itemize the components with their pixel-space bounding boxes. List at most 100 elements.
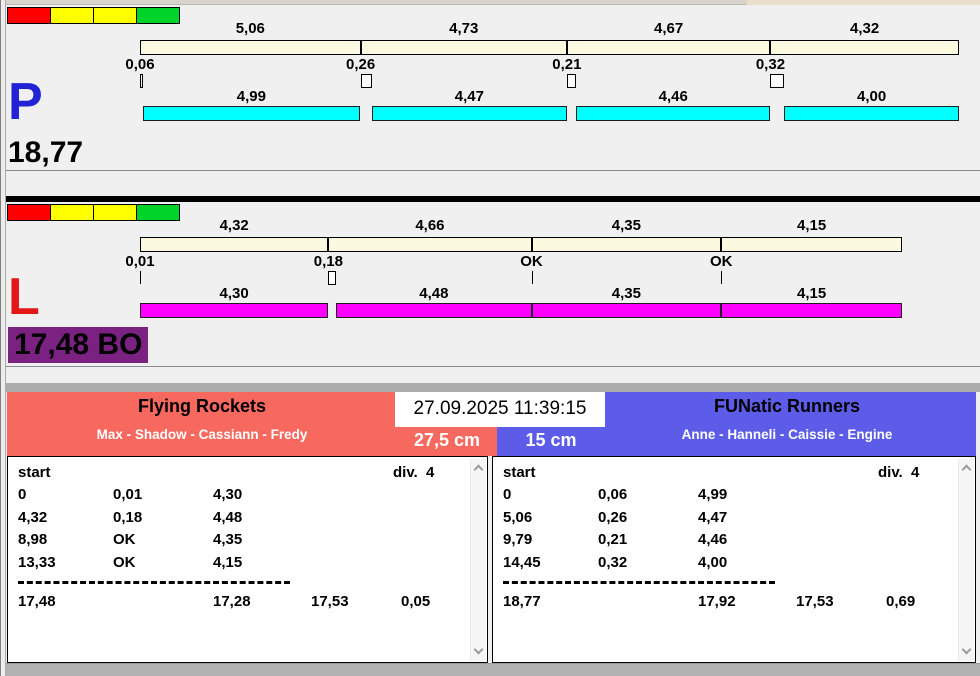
table-dashed-rule [503, 581, 775, 584]
lane-l-panel: L 4,32 4,66 4,35 4,15 0,01 0,18 OK OK 4,30 4,48 4,… [0, 202, 980, 366]
leg-bar [336, 303, 532, 318]
scroll-up-icon[interactable] [473, 464, 484, 475]
table-cell: 0,26 [598, 509, 628, 526]
team-left-scrollbar[interactable] [470, 458, 486, 661]
table-total-cell: 17,48 [18, 593, 56, 610]
window-left-border [0, 0, 6, 676]
table-cell: 4,48 [213, 509, 243, 526]
split-bar [140, 40, 959, 55]
table-div-label: div. 4 [878, 464, 920, 481]
split-bar-divider [530, 238, 533, 251]
lane-l-total: 17,48 BO [8, 327, 149, 363]
leg-bar [142, 106, 361, 121]
scroll-down-icon[interactable] [961, 644, 972, 655]
table-start-label: start [18, 464, 51, 481]
scroll-up-icon[interactable] [961, 464, 972, 475]
exchange-loss-box [328, 271, 337, 285]
table-cell: 0,18 [113, 509, 143, 526]
window-bottom-edge [0, 663, 980, 676]
leg-time-label: 4,48 [419, 285, 449, 302]
leg-bar [140, 303, 328, 318]
leg-bar [576, 106, 771, 121]
split-bar-divider [720, 238, 723, 251]
table-start-label: start [503, 464, 536, 481]
exchange-time-label: 0,18 [313, 253, 343, 270]
exchange-tick [721, 271, 723, 284]
team-right-name: FUNatic Runners [713, 396, 861, 416]
split-bar-divider [359, 41, 362, 54]
leg-bar [531, 303, 722, 318]
leg-bar [784, 106, 959, 121]
leg-time-label: 4,35 [611, 285, 641, 302]
table-cell: 0,21 [598, 531, 628, 548]
table-cell: 0,06 [598, 486, 628, 503]
team-left-results-table: start div. 4 0 0,01 4,30 4,32 0,18 4,48 8,98 OK 4,… [7, 456, 488, 663]
leg-bar [721, 303, 903, 318]
leg-time-label: 4,15 [797, 285, 827, 302]
section-divider-band [0, 383, 980, 392]
table-total-cell: 0,69 [886, 593, 916, 610]
relay-timing-window: P 5,06 4,73 4,67 4,32 0,06 0,26 0,21 0,32 4,99 4,… [0, 0, 980, 676]
exchange-loss-box [360, 74, 372, 88]
split-time-label: 4,66 [415, 217, 445, 234]
lane-p-panel: P 5,06 4,73 4,67 4,32 0,06 0,26 0,21 0,32 4,99 4,… [0, 5, 980, 170]
exchange-tick [140, 271, 141, 284]
table-cell: 4,46 [698, 531, 728, 548]
table-dashed-rule [18, 581, 290, 584]
separator-line [0, 366, 980, 367]
lane-l-track: 4,32 4,66 4,35 4,15 0,01 0,18 OK OK 4,30 4,48 4,35… [0, 202, 980, 332]
split-bar-divider [565, 41, 568, 54]
table-cell: 4,99 [698, 486, 728, 503]
exchange-loss-box [566, 74, 576, 88]
exchange-loss-box [770, 74, 785, 88]
leg-time-label: 4,30 [219, 285, 249, 302]
exchange-time-label: 0,32 [755, 56, 786, 73]
table-cell: 4,00 [698, 554, 728, 571]
split-bar-divider [769, 41, 772, 54]
table-cell: OK [113, 554, 136, 571]
table-total-cell: 17,28 [213, 593, 251, 610]
table-total-cell: 18,77 [503, 593, 541, 610]
exchange-time-label: 0,26 [346, 56, 376, 73]
datetime-display: 27.09.2025 11:39:15 [395, 392, 605, 427]
table-total-cell: 17,53 [796, 593, 834, 610]
split-time-label: 4,32 [850, 20, 880, 37]
exchange-tick [531, 271, 533, 284]
leg-time-label: 4,46 [658, 88, 688, 105]
team-right-cm-value: 15 cm [497, 427, 605, 456]
exchange-time-label: OK [709, 253, 733, 270]
scroll-down-icon[interactable] [473, 644, 484, 655]
team-left-name: Flying Rockets [137, 396, 267, 416]
split-time-label: 4,32 [219, 217, 249, 234]
split-time-label: 4,73 [449, 20, 479, 37]
team-right-scrollbar[interactable] [958, 458, 974, 661]
split-time-label: 4,15 [797, 217, 827, 234]
table-cell: OK [113, 531, 136, 548]
table-cell: 13,33 [18, 554, 56, 571]
table-cell: 0 [503, 486, 512, 503]
table-div-label: div. 4 [393, 464, 435, 481]
table-cell: 8,98 [18, 531, 48, 548]
team-right-members: Anne - Hanneli - Caissie - Engine [681, 427, 893, 442]
table-cell: 14,45 [503, 554, 541, 571]
team-left-members: Max - Shadow - Cassiann - Fredy [96, 427, 308, 442]
table-cell: 4,30 [213, 486, 243, 503]
table-total-cell: 0,05 [401, 593, 431, 610]
split-time-label: 5,06 [235, 20, 265, 37]
team-left-cm-value: 27,5 cm [397, 427, 497, 456]
leg-time-label: 4,00 [857, 88, 887, 105]
split-bar-divider [327, 238, 330, 251]
lane-p-track: 5,06 4,73 4,67 4,32 0,06 0,26 0,21 0,32 4,99 4,47… [0, 5, 980, 135]
table-total-cell: 17,92 [698, 593, 736, 610]
exchange-loss-box [140, 74, 143, 88]
table-cell: 4,47 [698, 509, 728, 526]
split-time-label: 4,67 [654, 20, 684, 37]
lane-p-total: 18,77 [8, 136, 84, 169]
exchange-time-label: 0,21 [552, 56, 582, 73]
exchange-time-label: 0,01 [125, 253, 155, 270]
separator-line [0, 170, 980, 171]
exchange-time-label: OK [520, 253, 543, 270]
leg-time-label: 4,47 [454, 88, 484, 105]
table-cell: 5,06 [503, 509, 533, 526]
split-bar [140, 237, 903, 252]
